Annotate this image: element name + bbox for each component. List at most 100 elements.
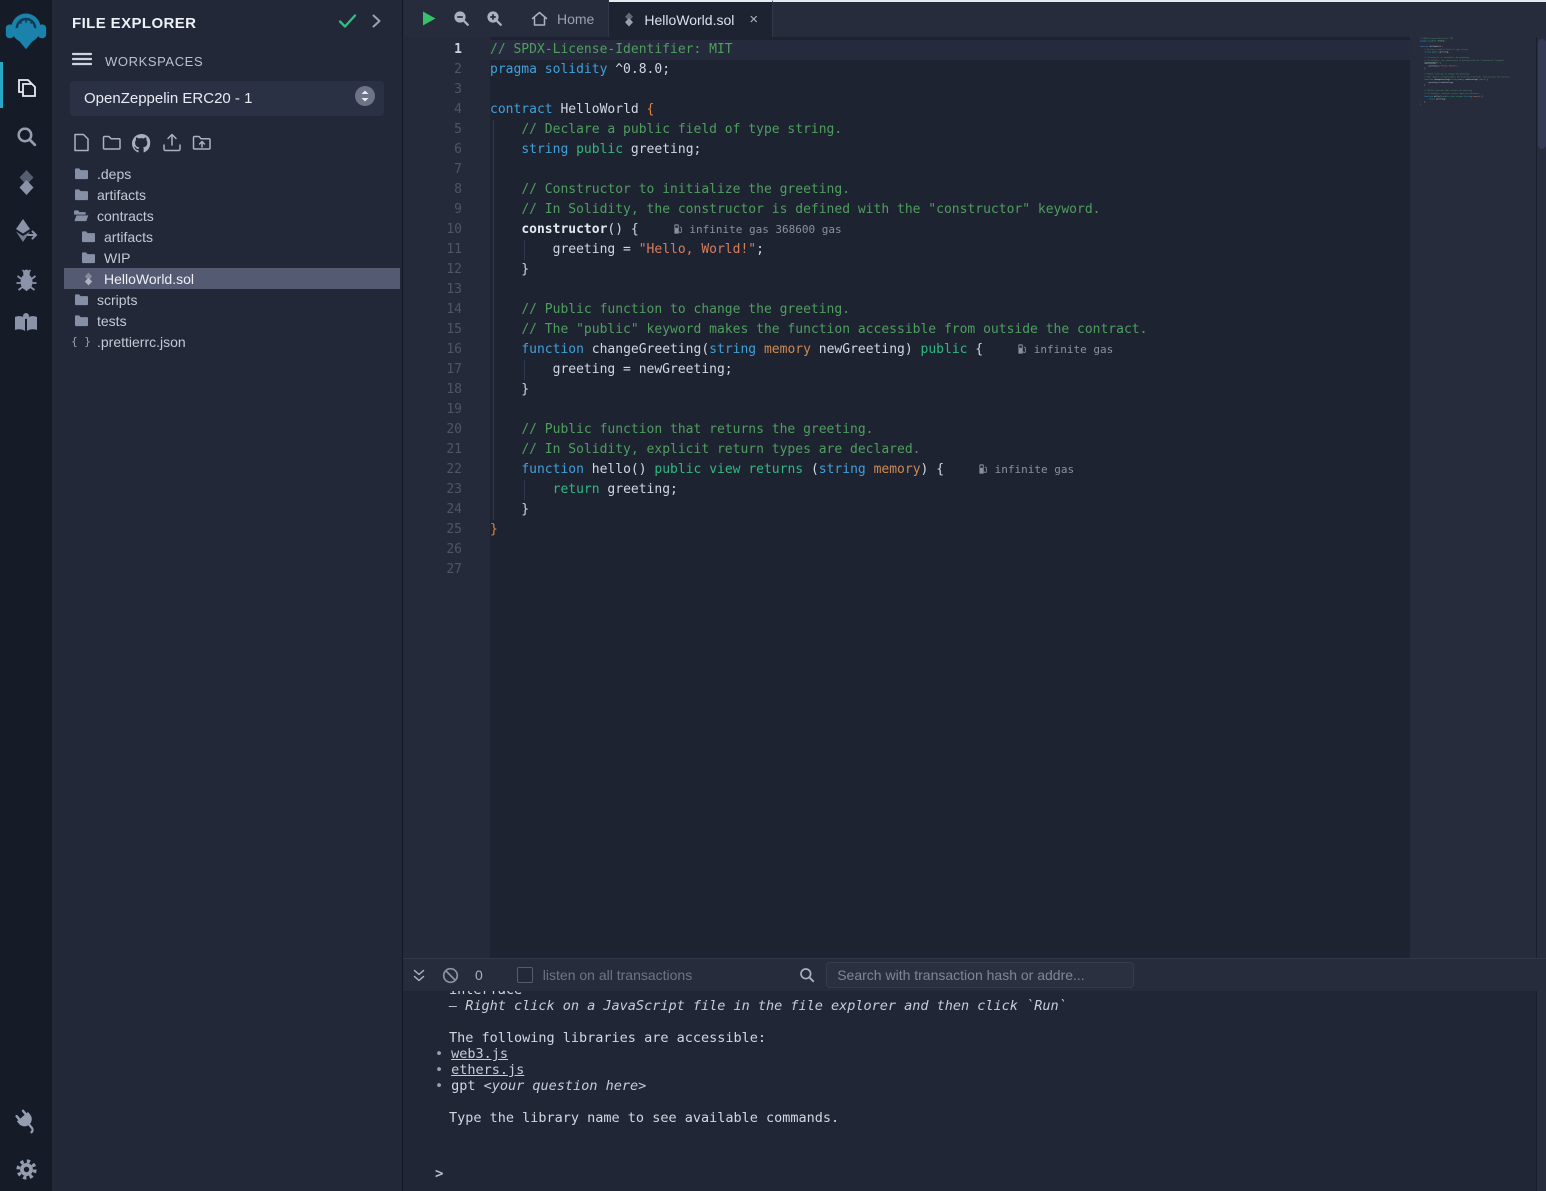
code-line[interactable]: } [490, 520, 1410, 540]
terminal-link[interactable]: web3.js [451, 1046, 508, 1062]
run-script-button[interactable] [421, 10, 437, 27]
tree-item-helloworld-sol[interactable]: HelloWorld.sol [64, 268, 400, 289]
editor-tabbar: Home HelloWorld.sol × [403, 0, 1546, 37]
code-lines[interactable]: // SPDX-License-Identifier: MITpragma so… [490, 37, 1410, 958]
tree-item-wip[interactable]: WIP [64, 247, 400, 268]
folder-icon [73, 167, 89, 180]
new-folder-icon[interactable] [101, 132, 122, 153]
search-icon[interactable] [0, 122, 52, 150]
tree-item-artifacts[interactable]: artifacts [64, 184, 400, 205]
code-line[interactable]: contract HelloWorld { [490, 100, 1410, 120]
clone-github-icon[interactable] [131, 132, 152, 153]
chevron-right-icon[interactable] [371, 13, 382, 34]
code-line[interactable]: // In Solidity, explicit return types ar… [490, 440, 1410, 460]
code-line[interactable]: constructor() { infinite gas 368600 gas [490, 220, 1410, 240]
code-line[interactable]: function hello() public view returns (st… [490, 460, 1410, 480]
workspace-ok-check-icon[interactable] [338, 13, 357, 34]
line-number: 7 [403, 160, 490, 180]
line-number: 25 [403, 520, 490, 540]
code-line[interactable] [490, 160, 1410, 180]
line-number: 22 [403, 460, 490, 480]
code-line[interactable]: // Public function that returns the gree… [490, 420, 1410, 440]
hamburger-menu-icon[interactable] [72, 52, 92, 71]
new-file-icon[interactable] [71, 132, 92, 153]
gas-estimate-annotation: infinite gas [978, 463, 1074, 476]
terminal-prompt[interactable]: > [433, 1166, 1536, 1191]
code-line[interactable] [490, 280, 1410, 300]
tab-home[interactable]: Home [517, 0, 609, 37]
plugin-manager-icon[interactable] [0, 1106, 52, 1136]
workspace-selector-icon[interactable] [354, 85, 376, 112]
settings-gear-icon[interactable] [0, 1155, 52, 1183]
editor-scrollbar-thumb[interactable] [1538, 39, 1546, 149]
remix-logo-icon[interactable] [0, 6, 52, 54]
terminal-search-input[interactable] [826, 962, 1134, 988]
zoom-out-icon[interactable] [453, 10, 470, 27]
terminal-line [433, 1014, 1536, 1030]
minimap-content: // SPDX-License-Identifier: MITpragma so… [1420, 37, 1512, 112]
file-explorer-icon[interactable] [0, 73, 52, 103]
upload-file-icon[interactable] [161, 132, 182, 153]
bullet: • [433, 1062, 451, 1078]
clear-console-icon[interactable] [442, 967, 459, 984]
minimap[interactable]: // SPDX-License-Identifier: MITpragma so… [1420, 37, 1512, 121]
code-line[interactable]: // Public function to change the greetin… [490, 300, 1410, 320]
terminal-link[interactable]: ethers.js [451, 1062, 524, 1078]
upload-folder-icon[interactable] [191, 132, 212, 153]
bullet: • [433, 1078, 451, 1094]
tree-item-artifacts[interactable]: artifacts [64, 226, 400, 247]
tree-item--deps[interactable]: .deps [64, 163, 400, 184]
code-line[interactable]: pragma solidity ^0.8.0; [490, 60, 1410, 80]
line-number: 18 [403, 380, 490, 400]
code-line[interactable]: greeting = "Hello, World!"; [490, 240, 1410, 260]
bullet: • [433, 1046, 451, 1062]
listen-transactions-checkbox[interactable] [517, 967, 533, 983]
file-tree: .depsartifactscontractsartifactsWIPHello… [52, 163, 402, 352]
solidity-icon [80, 272, 96, 286]
learneth-icon[interactable] [0, 307, 52, 337]
code-line[interactable]: greeting = newGreeting; [490, 360, 1410, 380]
line-number: 12 [403, 260, 490, 280]
terminal-collapse-icon[interactable] [412, 968, 426, 983]
code-line[interactable]: function changeGreeting(string memory ne… [490, 340, 1410, 360]
line-number: 16 [403, 340, 490, 360]
code-line[interactable]: } [490, 380, 1410, 400]
line-number: 9 [403, 200, 490, 220]
debugger-icon[interactable] [0, 265, 52, 295]
code-line[interactable]: // SPDX-License-Identifier: MIT [490, 40, 1410, 60]
code-line[interactable] [490, 80, 1410, 100]
tab-helloworld-sol[interactable]: HelloWorld.sol × [609, 0, 773, 37]
tree-item--prettierrc-json[interactable]: { }.prettierrc.json [64, 331, 400, 352]
tab-close-icon[interactable]: × [749, 12, 758, 27]
tree-item-tests[interactable]: tests [64, 310, 400, 331]
code-line[interactable] [490, 560, 1410, 580]
editor-overview-zone: // SPDX-License-Identifier: MITpragma so… [1410, 37, 1536, 958]
code-line[interactable] [490, 400, 1410, 420]
tree-item-scripts[interactable]: scripts [64, 289, 400, 310]
code-line[interactable]: string public greeting; [490, 140, 1410, 160]
line-number: 27 [403, 560, 490, 580]
line-number: 26 [403, 540, 490, 560]
code-line[interactable]: } [490, 260, 1410, 280]
code-line[interactable] [490, 540, 1410, 560]
line-number: 8 [403, 180, 490, 200]
terminal-line: The following libraries are accessible: [433, 1030, 1536, 1046]
code-line[interactable]: // Declare a public field of type string… [490, 120, 1410, 140]
zoom-in-icon[interactable] [486, 10, 503, 27]
code-line[interactable]: } [490, 500, 1410, 520]
workspace-select[interactable]: OpenZeppelin ERC20 - 1 [70, 81, 384, 116]
editor-gutter: 1234567891011121314151617181920212223242… [403, 37, 490, 958]
editor-body: 1234567891011121314151617181920212223242… [403, 37, 1546, 958]
deploy-and-run-icon[interactable] [0, 217, 52, 247]
code-line[interactable]: // The "public" keyword makes the functi… [490, 320, 1410, 340]
terminal-line: •web3.js [433, 1046, 1536, 1062]
gas-estimate-annotation: infinite gas 368600 gas [673, 223, 842, 236]
code-line[interactable]: // In Solidity, the constructor is defin… [490, 200, 1410, 220]
solidity-compiler-icon[interactable] [0, 168, 52, 198]
code-line[interactable]: return greeting; [490, 480, 1410, 500]
code-line[interactable]: // Constructor to initialize the greetin… [490, 180, 1410, 200]
terminal-line: interface [433, 991, 1536, 998]
tree-item-contracts[interactable]: contracts [64, 205, 400, 226]
line-number: 23 [403, 480, 490, 500]
terminal-output[interactable]: interface– Right click on a JavaScript f… [403, 991, 1536, 1191]
